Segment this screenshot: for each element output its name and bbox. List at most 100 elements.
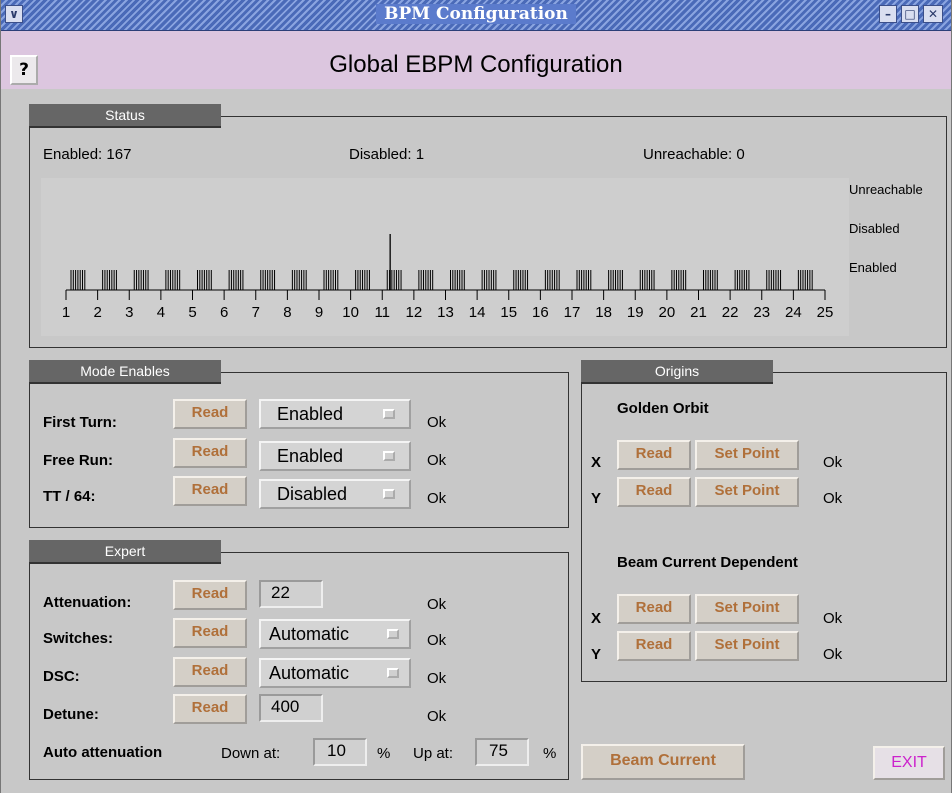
option-menu-indicator-icon — [387, 668, 399, 678]
window-title: BPM Configuration — [376, 4, 576, 24]
beam-x-setpoint-button[interactable]: Set Point — [695, 594, 799, 624]
axis-tick-label: 14 — [469, 304, 486, 321]
golden-x-setpoint-button[interactable]: Set Point — [695, 440, 799, 470]
switches-mode-value: Automatic — [269, 624, 350, 644]
dsc-read-button[interactable]: Read — [173, 657, 247, 687]
first-turn-status: Ok — [427, 414, 447, 431]
bpm-config-window: ∨ BPM Configuration – □ ✕ ? Global EBPM … — [0, 0, 952, 793]
disabled-count: Disabled: 1 — [349, 146, 425, 163]
axis-tick-label: 6 — [220, 304, 228, 321]
axis-tick-label: 21 — [690, 304, 707, 321]
beam-y-label: Y — [591, 646, 602, 663]
beam-y-setpoint-button[interactable]: Set Point — [695, 631, 799, 661]
beam-y-read-button[interactable]: Read — [617, 631, 691, 661]
golden-y-setpoint-button[interactable]: Set Point — [695, 477, 799, 507]
origins-label: Origins — [581, 360, 773, 384]
switches-mode-menu[interactable]: Automatic — [259, 619, 411, 649]
axis-tick-label: 20 — [659, 304, 676, 321]
free-run-read-button[interactable]: Read — [173, 438, 247, 468]
axis-tick-label: 3 — [125, 304, 133, 321]
tt64-status: Ok — [427, 490, 447, 507]
golden-x-label: X — [591, 454, 602, 471]
status-chart: 1 2 3 4 5 6 7 8 9 10 11 12 13 14 15 16 17 18 19 20 21 22 23 24 2… — [41, 178, 849, 336]
attenuation-status: Ok — [427, 596, 447, 613]
attenuation-label: Attenuation: — [43, 594, 132, 611]
detune-read-button[interactable]: Read — [173, 694, 247, 724]
free-run-state-value: Enabled — [277, 446, 344, 466]
up-at-input[interactable]: 75 — [475, 738, 529, 766]
exit-button[interactable]: EXIT — [873, 746, 945, 780]
axis-tick-label: 9 — [315, 304, 323, 321]
beam-x-label: X — [591, 610, 602, 627]
golden-y-read-button[interactable]: Read — [617, 477, 691, 507]
detune-status: Ok — [427, 708, 447, 725]
beam-x-read-button[interactable]: Read — [617, 594, 691, 624]
option-menu-indicator-icon — [383, 409, 395, 419]
beam-y-status: Ok — [823, 646, 843, 663]
golden-y-status: Ok — [823, 490, 843, 507]
option-menu-indicator-icon — [387, 629, 399, 639]
dsc-mode-value: Automatic — [269, 663, 350, 683]
first-turn-read-button[interactable]: Read — [173, 399, 247, 429]
switches-status: Ok — [427, 632, 447, 649]
axis-tick-label: 17 — [564, 304, 581, 321]
switches-label: Switches: — [43, 630, 114, 647]
auto-attenuation-label: Auto attenuation — [43, 744, 163, 761]
axis-tick-label: 11 — [374, 304, 390, 321]
level-label-unreachable: Unreachable — [849, 182, 923, 197]
tt64-read-button[interactable]: Read — [173, 476, 247, 506]
expert-label: Expert — [29, 540, 221, 564]
axis-tick-label: 25 — [817, 304, 834, 321]
free-run-label: Free Run: — [43, 452, 114, 469]
dsc-label: DSC: — [43, 668, 80, 685]
option-menu-indicator-icon — [383, 451, 395, 461]
up-at-label: Up at: — [413, 745, 454, 762]
first-turn-state-value: Enabled — [277, 404, 344, 424]
attenuation-value: 22 — [259, 580, 323, 608]
axis-tick-label: 2 — [93, 304, 101, 321]
axis-tick-label: 22 — [722, 304, 739, 321]
beam-current-button[interactable]: Beam Current — [581, 744, 745, 780]
axis-tick-label: 1 — [62, 304, 70, 321]
dsc-mode-menu[interactable]: Automatic — [259, 658, 411, 688]
axis-tick-label: 19 — [627, 304, 644, 321]
axis-tick-label: 7 — [252, 304, 260, 321]
enabled-count: Enabled: 167 — [43, 146, 132, 163]
axis-tick-label: 10 — [342, 304, 359, 321]
axis-tick-label: 4 — [157, 304, 165, 321]
tt64-state-value: Disabled — [277, 484, 348, 504]
tt64-state-menu[interactable]: Disabled — [259, 479, 411, 509]
down-at-input[interactable]: 10 — [313, 738, 367, 766]
title-bar[interactable]: ∨ BPM Configuration – □ ✕ — [1, 0, 951, 31]
axis-tick-label: 18 — [595, 304, 612, 321]
golden-x-status: Ok — [823, 454, 843, 471]
down-at-label: Down at: — [221, 745, 281, 762]
golden-x-read-button[interactable]: Read — [617, 440, 691, 470]
axis-tick-label: 5 — [188, 304, 196, 321]
dsc-status: Ok — [427, 670, 447, 687]
mode-enables-label: Mode Enables — [29, 360, 221, 384]
first-turn-label: First Turn: — [43, 414, 117, 431]
beam-x-status: Ok — [823, 610, 843, 627]
page-header: ? Global EBPM Configuration — [1, 31, 951, 89]
switches-read-button[interactable]: Read — [173, 618, 247, 648]
unreachable-count: Unreachable: 0 — [643, 146, 745, 163]
axis-tick-label: 13 — [437, 304, 454, 321]
tt64-label: TT / 64: — [43, 488, 96, 505]
level-label-enabled: Enabled — [849, 260, 897, 275]
free-run-state-menu[interactable]: Enabled — [259, 441, 411, 471]
axis-tick-label: 23 — [753, 304, 770, 321]
down-at-percent: % — [377, 745, 391, 762]
first-turn-state-menu[interactable]: Enabled — [259, 399, 411, 429]
level-label-disabled: Disabled — [849, 221, 900, 236]
attenuation-read-button[interactable]: Read — [173, 580, 247, 610]
minimize-icon[interactable]: – — [879, 5, 897, 23]
option-menu-indicator-icon — [383, 489, 395, 499]
free-run-status: Ok — [427, 452, 447, 469]
axis-tick-label: 12 — [406, 304, 423, 321]
detune-value: 400 — [259, 694, 323, 722]
maximize-icon[interactable]: □ — [901, 5, 919, 23]
close-icon[interactable]: ✕ — [923, 5, 943, 23]
status-group-label: Status — [29, 104, 221, 128]
axis-tick-label: 15 — [500, 304, 517, 321]
